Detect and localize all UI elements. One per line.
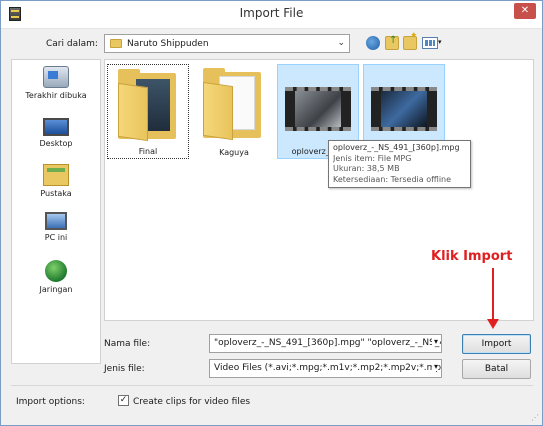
file-item-folder-final[interactable]: Final [107,64,189,159]
filetype-label: Jenis file: [104,364,145,374]
cancel-button[interactable]: Batal [462,359,531,379]
view-menu-arrow-icon[interactable]: ▾ [438,38,442,46]
up-folder-icon[interactable] [385,35,399,50]
desktop-icon [43,118,69,136]
place-label: Pustaka [40,189,72,198]
place-network[interactable]: Jaringan [12,260,100,294]
place-recent[interactable]: Terakhir dibuka [12,66,100,100]
place-label: Jaringan [39,285,73,294]
filename-input[interactable]: "oploverz_-_NS_491_[360p].mpg" "oploverz… [209,334,442,353]
look-in-dropdown[interactable]: Naruto Shippuden ⌄ [104,34,350,53]
file-name: Final [138,147,158,156]
filetype-value: Video Files (*.avi;*.mpg;*.m1v;*.mp2;*.m… [214,363,442,373]
filename-label: Nama file: [104,339,151,349]
new-folder-icon[interactable] [403,31,418,50]
import-button[interactable]: Import [462,334,531,354]
create-clips-label: Create clips for video files [133,397,251,407]
create-clips-checkbox[interactable]: ✓ [118,395,129,406]
resize-grip[interactable]: ⋰ [531,413,539,422]
look-in-label: Cari dalam: [46,39,98,49]
window-title: Import File [239,6,304,20]
tooltip-type: Jenis item: File MPG [333,153,412,163]
filename-value: "oploverz_-_NS_491_[360p].mpg" "oploverz… [214,338,442,348]
annotation-arrowhead [487,319,499,329]
chevron-down-icon[interactable]: ▾ [431,362,438,371]
folder-icon [203,68,261,141]
view-menu-icon[interactable] [422,37,438,49]
place-label: PC ini [44,233,68,242]
place-label: Desktop [39,139,73,148]
place-label: Terakhir dibuka [25,91,87,100]
tooltip-availability: Ketersediaan: Tersedia offline [333,174,452,184]
file-name: Kaguya [219,148,249,157]
close-button[interactable]: ✕ [514,3,536,19]
place-desktop[interactable]: Desktop [12,118,100,148]
tooltip-filename: oploverz_-_NS_491_[360p].mpg [333,143,460,152]
file-item-folder-kaguya[interactable]: Kaguya [193,64,275,159]
place-libraries[interactable]: Pustaka [12,164,100,198]
recent-places-icon [43,66,69,88]
computer-icon [45,212,67,230]
network-icon [45,260,67,282]
annotation-text: Klik Import [431,249,513,264]
chevron-down-icon[interactable]: ⌄ [337,38,345,48]
chevron-down-icon[interactable]: ▾ [431,337,438,346]
place-this-pc[interactable]: PC ini [12,212,100,242]
look-in-value: Naruto Shippuden [127,39,209,49]
video-file-icon [285,87,351,131]
import-file-dialog: Import File ✕ Cari dalam: Naruto Shippud… [0,0,543,426]
file-list[interactable]: Final Kaguya oploverz_-_... [104,59,534,321]
import-options-label: Import options: [16,397,85,407]
libraries-icon [43,164,69,186]
tooltip-size: Ukuran: 38,5 MB [333,164,400,173]
annotation-arrow [492,268,494,323]
folder-icon [110,39,122,48]
video-file-icon [371,87,437,131]
title-bar[interactable]: Import File ✕ [1,1,542,29]
folder-icon [118,69,176,142]
filetype-select[interactable]: Video Files (*.avi;*.mpg;*.m1v;*.mp2;*.m… [209,359,442,378]
back-icon[interactable] [366,36,380,50]
places-bar: Terakhir dibuka Desktop Pustaka PC ini J… [11,59,101,364]
divider [11,385,533,386]
file-info-tooltip: oploverz_-_NS_491_[360p].mpg Jenis item:… [328,140,471,188]
